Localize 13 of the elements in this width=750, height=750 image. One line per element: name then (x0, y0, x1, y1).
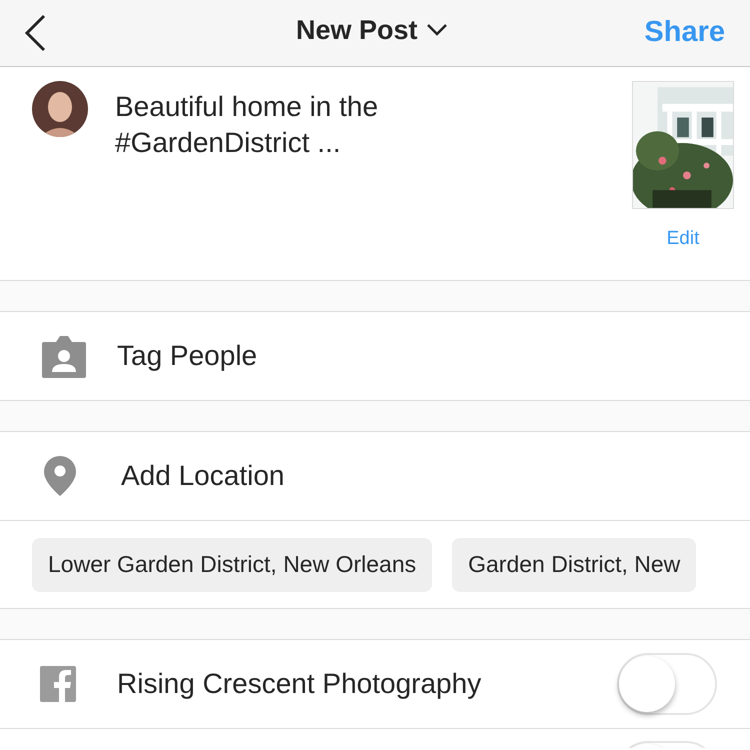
back-icon[interactable] (24, 14, 46, 52)
location-chip[interactable]: Lower Garden District, New Orleans (32, 538, 432, 592)
caption-text[interactable]: Beautiful home in the #GardenDistrict ... (115, 89, 495, 280)
header-title[interactable]: New Post (296, 10, 418, 50)
location-chip[interactable]: Garden District, New (452, 538, 696, 592)
toggle-switch[interactable] (617, 653, 717, 715)
add-location-row[interactable]: Add Location (0, 432, 750, 521)
chevron-down-icon[interactable] (426, 23, 448, 38)
row-label: Add Location (121, 459, 284, 493)
location-pin-icon (43, 455, 77, 497)
facebook-icon (40, 666, 76, 702)
account-label: Rising Crescent Photography (117, 667, 482, 701)
row-label: Tag People (117, 339, 258, 373)
